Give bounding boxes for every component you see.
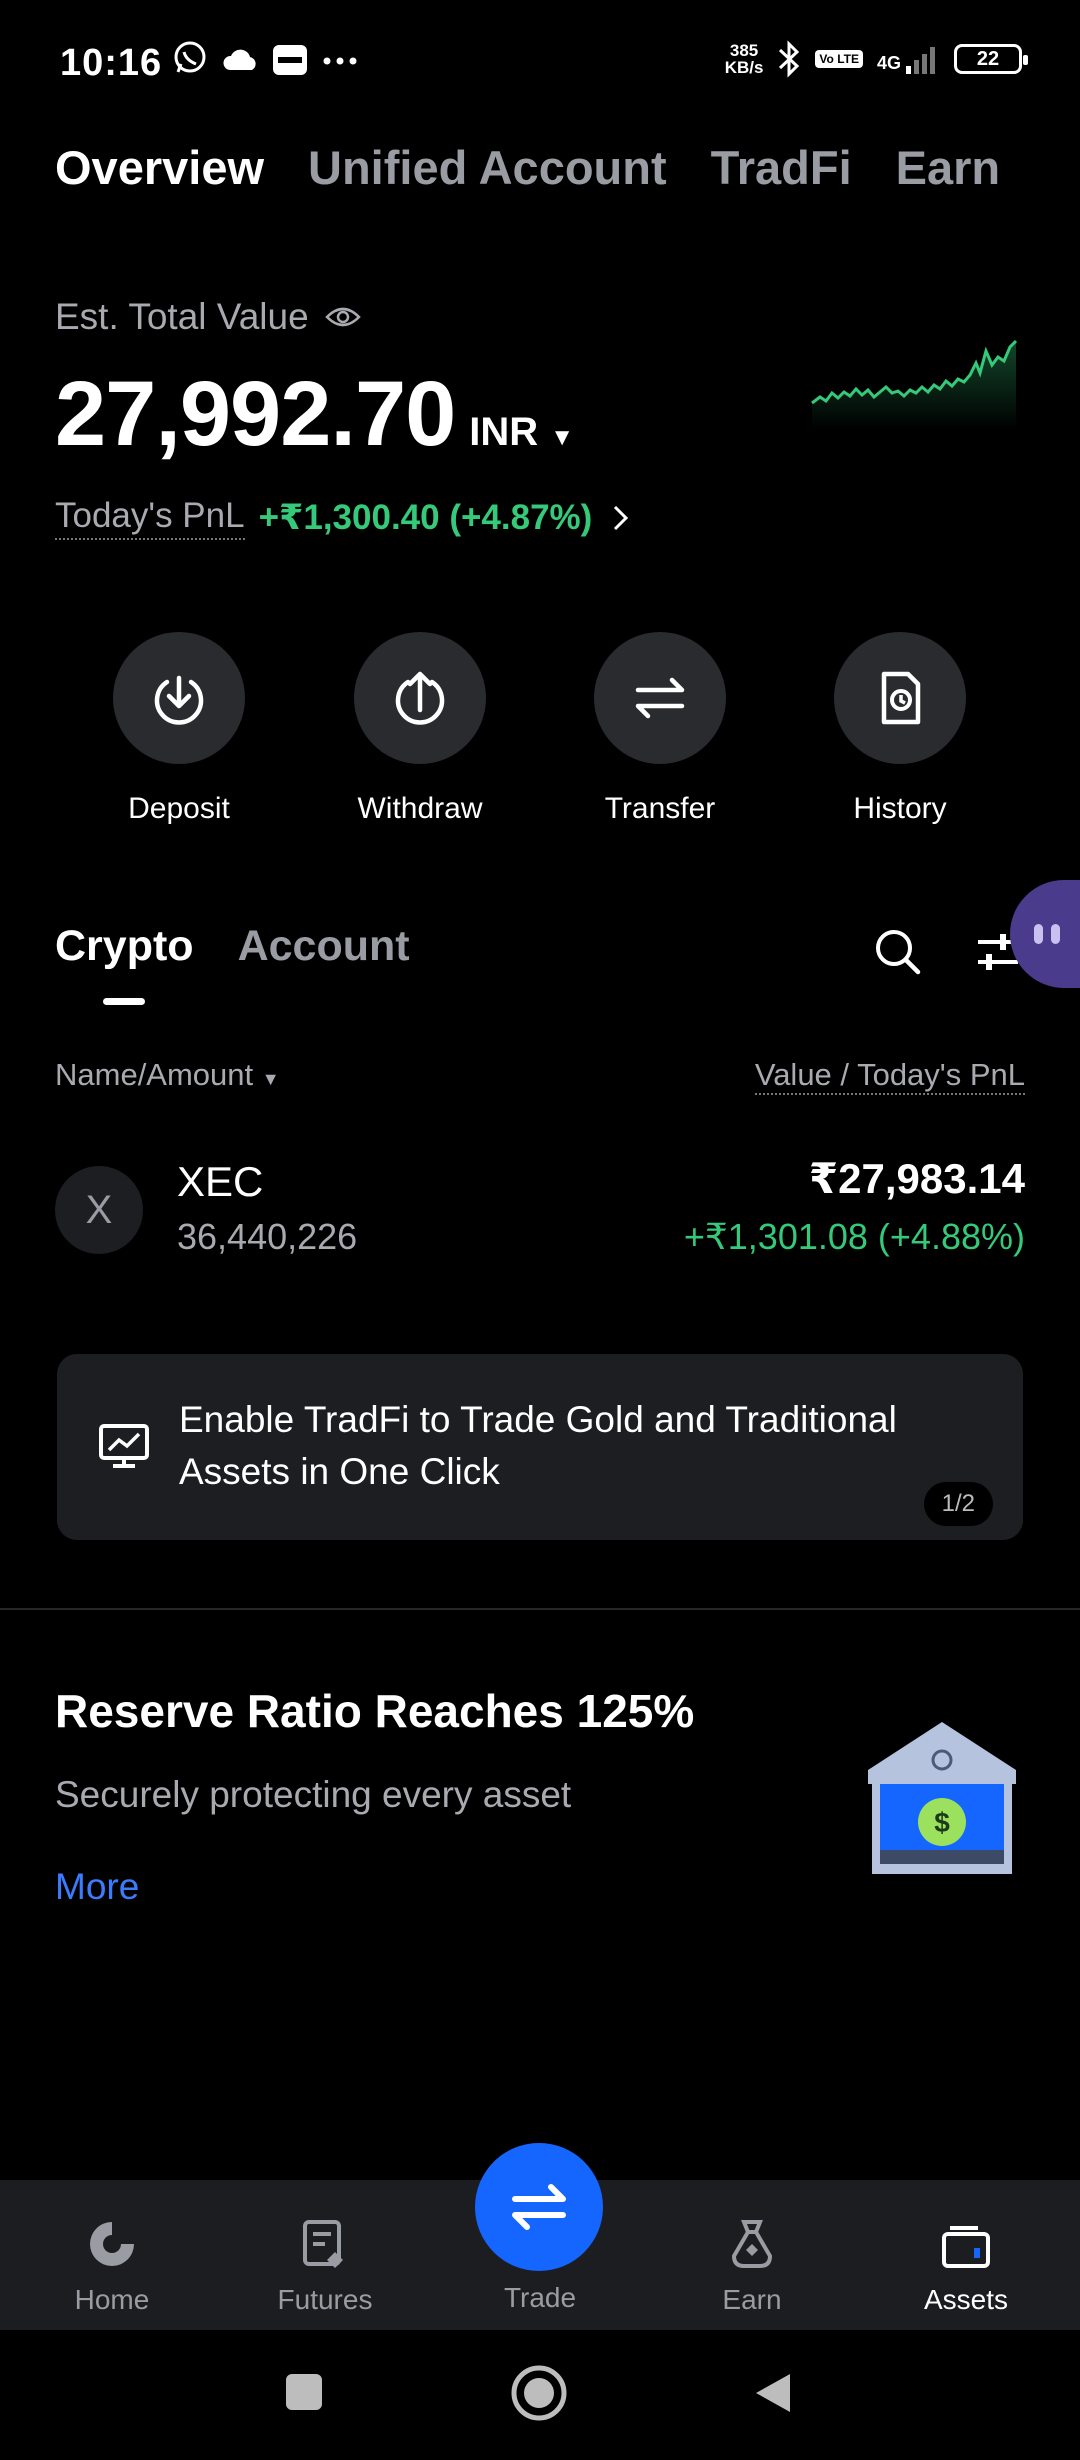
nav-assets-label: Assets <box>923 2284 1009 2315</box>
withdraw-icon <box>354 632 486 764</box>
trade-icon <box>512 2184 566 2230</box>
asset-symbol: XEC <box>177 1158 264 1205</box>
divider <box>0 1608 1080 1610</box>
tab-account[interactable]: Account <box>238 922 410 971</box>
chart-screen-icon <box>99 1424 149 1468</box>
signal-icon <box>906 47 935 74</box>
back-button-icon[interactable] <box>752 2370 794 2416</box>
transfer-button[interactable]: Transfer <box>550 632 770 826</box>
bluetooth-icon <box>779 40 800 78</box>
asset-row-xec[interactable]: X XEC 36,440,226 ₹27,983.14 +₹1,301.08 (… <box>55 1150 1025 1270</box>
nav-earn-label: Earn <box>722 2284 782 2315</box>
futures-icon <box>303 2220 343 2268</box>
est-total-label: Est. Total Value <box>55 296 361 338</box>
bank-vault-illustration: $ <box>868 1722 1016 1874</box>
home-icon <box>90 2222 134 2266</box>
asset-pnl: +₹1,301.08 (+4.88%) <box>683 1216 1025 1257</box>
tradfi-banner[interactable]: Enable TradFi to Trade Gold and Traditio… <box>57 1354 1023 1540</box>
transfer-label: Transfer <box>604 792 716 825</box>
net-speed-value: 385 <box>729 41 759 60</box>
sort-name-amount[interactable]: Name/Amount ▼ <box>55 1057 280 1095</box>
paytm-icon <box>273 45 307 75</box>
cloud-icon <box>223 49 256 70</box>
battery-level: 22 <box>976 47 1000 70</box>
tab-overview[interactable]: Overview <box>55 140 264 195</box>
pnl-label: Today's PnL <box>55 496 245 540</box>
more-dots-icon <box>323 57 357 65</box>
home-button-icon[interactable] <box>510 2364 568 2422</box>
total-value-amount: 27,992.70 <box>55 363 456 465</box>
list-header: Name/Amount ▼ Value / Today's PnL <box>55 1057 1025 1095</box>
nav-futures-label: Futures <box>277 2284 373 2315</box>
currency-selector[interactable]: INR <box>469 410 538 455</box>
network-type: 4G <box>876 53 901 73</box>
history-button[interactable]: History <box>790 632 1010 826</box>
asset-value: ₹27,983.14 <box>808 1155 1025 1202</box>
withdraw-label: Withdraw <box>357 792 483 825</box>
status-bar: 10:16 385 KB/s Vo LTE 4G 22 <box>0 0 1080 130</box>
sort-name-amount-label: Name/Amount <box>55 1057 254 1092</box>
total-value: 27,992.70 INR ▼ <box>55 362 574 467</box>
dollar-coin-symbol: $ <box>934 1807 950 1838</box>
asset-logo: X <box>55 1166 143 1254</box>
nav-earn[interactable]: Earn <box>652 2218 852 2316</box>
reserve-title: Reserve Ratio Reaches 125% <box>55 1685 695 1737</box>
pnl-sparkline <box>811 339 1018 430</box>
todays-pnl[interactable]: Today's PnL +₹1,300.40 (+4.87%) <box>55 496 630 540</box>
history-icon <box>834 632 966 764</box>
net-speed: 385 KB/s <box>725 42 764 76</box>
assets-icon <box>942 2226 990 2268</box>
volte-badge: Vo LTE <box>815 50 863 68</box>
banner-pagination: 1/2 <box>923 1482 993 1526</box>
battery-indicator: 22 <box>954 44 1028 74</box>
tab-unified-account[interactable]: Unified Account <box>308 140 667 195</box>
system-nav-bar <box>0 2330 1080 2460</box>
status-time: 10:16 <box>60 42 163 84</box>
tab-earn[interactable]: Earn <box>896 140 1001 195</box>
eye-icon[interactable] <box>324 305 361 329</box>
search-icon[interactable] <box>872 926 924 978</box>
asset-tabs: Crypto Account <box>55 922 410 1005</box>
tab-tradfi[interactable]: TradFi <box>711 140 852 195</box>
nav-home-label: Home <box>74 2284 150 2315</box>
nav-home[interactable]: Home <box>12 2218 212 2316</box>
trade-button[interactable] <box>475 2143 603 2271</box>
earn-icon <box>731 2220 773 2268</box>
whatsapp-icon <box>174 41 206 73</box>
reserve-more-link[interactable]: More <box>55 1866 139 1908</box>
status-right: 385 KB/s Vo LTE 4G 22 <box>725 40 1028 78</box>
deposit-button[interactable]: Deposit <box>69 632 289 826</box>
banner-text: Enable TradFi to Trade Gold and Traditio… <box>179 1399 897 1492</box>
deposit-label: Deposit <box>128 792 230 825</box>
withdraw-button[interactable]: Withdraw <box>310 632 530 826</box>
nav-trade-label: Trade <box>503 2282 577 2313</box>
chevron-down-icon[interactable]: ▼ <box>550 424 574 452</box>
recents-button-icon[interactable] <box>282 2370 326 2414</box>
caret-down-icon: ▼ <box>261 1069 280 1089</box>
pnl-value: +₹1,300.40 (+4.87%) <box>258 498 593 537</box>
top-tabs: Overview Unified Account TradFi Earn <box>55 140 1080 195</box>
asset-amount: 36,440,226 <box>177 1216 358 1257</box>
nav-assets[interactable]: Assets <box>866 2218 1066 2316</box>
transfer-icon <box>594 632 726 764</box>
deposit-icon <box>113 632 245 764</box>
net-speed-unit: KB/s <box>724 58 764 77</box>
reserve-subtitle: Securely protecting every asset <box>55 1774 572 1815</box>
tab-crypto[interactable]: Crypto <box>55 922 194 1005</box>
chevron-right-icon[interactable] <box>612 504 630 532</box>
value-pnl-header[interactable]: Value / Today's PnL <box>754 1057 1025 1095</box>
est-total-label-text: Est. Total Value <box>55 296 309 337</box>
nav-futures[interactable]: Futures <box>225 2218 425 2316</box>
history-label: History <box>853 792 947 825</box>
